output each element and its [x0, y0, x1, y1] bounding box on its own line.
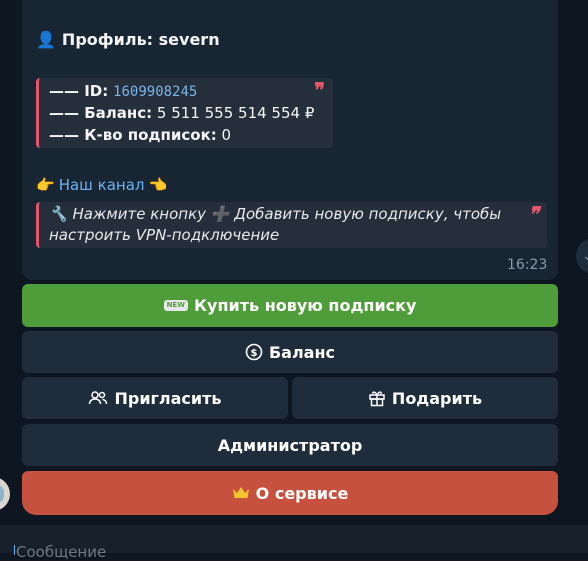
- account-info-quote: —— ID: 1609908245 —— Баланс: 5 511 555 5…: [36, 78, 333, 148]
- hint-text: 🔧 Нажмите кнопку ➕ Добавить новую подпис…: [49, 205, 502, 244]
- message-time: 16:23: [507, 257, 548, 273]
- pointing-right-icon: 👉: [36, 176, 55, 194]
- subscriptions-value: 0: [221, 126, 232, 144]
- avatar-image: [0, 485, 4, 503]
- balance-value: 5 511 555 514 554 ₽: [156, 104, 315, 122]
- invite-button[interactable]: Пригласить: [22, 377, 288, 419]
- admin-button[interactable]: Администратор: [22, 424, 558, 466]
- message-input-placeholder[interactable]: Сообщение: [16, 543, 106, 561]
- hint-quote: 🔧 Нажмите кнопку ➕ Добавить новую подпис…: [36, 202, 547, 248]
- svg-text:$: $: [250, 348, 257, 359]
- balance-label: —— Баланс:: [49, 104, 153, 122]
- profile-line: 👤 Профиль: severn: [36, 30, 220, 49]
- coin-icon: $: [245, 343, 263, 361]
- admin-label: Администратор: [217, 435, 363, 455]
- balance-button[interactable]: $ Баланс: [22, 331, 558, 373]
- gift-button[interactable]: Подарить: [292, 377, 558, 419]
- avatar[interactable]: [0, 477, 10, 511]
- balance-label: Баланс: [268, 342, 336, 362]
- subscriptions-line: —— К-во подписок: 0: [49, 124, 231, 146]
- chevron-down-icon: ⌄: [582, 248, 588, 264]
- buy-subscription-button[interactable]: NEW Купить новую подписку: [22, 284, 558, 327]
- scroll-down-button[interactable]: ⌄: [576, 238, 588, 274]
- buy-subscription-label: Купить новую подписку: [193, 296, 417, 315]
- crown-icon: [232, 486, 250, 500]
- subscriptions-label: —— К-во подписок:: [49, 126, 217, 144]
- user-icon: 👤: [36, 30, 56, 49]
- quote-icon: ❞: [314, 78, 325, 102]
- new-badge-icon: NEW: [163, 300, 188, 311]
- invite-label: Пригласить: [114, 388, 222, 408]
- gift-icon: [368, 389, 386, 407]
- about-service-label: О сервисе: [255, 483, 349, 503]
- id-value[interactable]: 1609908245: [113, 84, 197, 100]
- pointing-left-icon: 👈: [148, 176, 168, 194]
- balance-line: —— Баланс: 5 511 555 514 554 ₽: [49, 102, 314, 124]
- channel-link[interactable]: Наш канал: [59, 176, 145, 194]
- channel-line: 👉 Наш канал 👈: [36, 176, 167, 194]
- quote-icon: ❞: [528, 202, 539, 226]
- id-label: —— ID:: [49, 82, 109, 100]
- profile-text: Профиль: severn: [61, 30, 220, 49]
- about-service-button[interactable]: О сервисе: [22, 471, 558, 515]
- id-line: —— ID: 1609908245: [49, 80, 197, 102]
- new-badge: NEW: [163, 300, 188, 311]
- users-icon: [88, 390, 108, 406]
- message-compose[interactable]: Сообщение: [0, 525, 588, 561]
- text-cursor: [14, 545, 15, 555]
- gift-label: Подарить: [391, 388, 483, 408]
